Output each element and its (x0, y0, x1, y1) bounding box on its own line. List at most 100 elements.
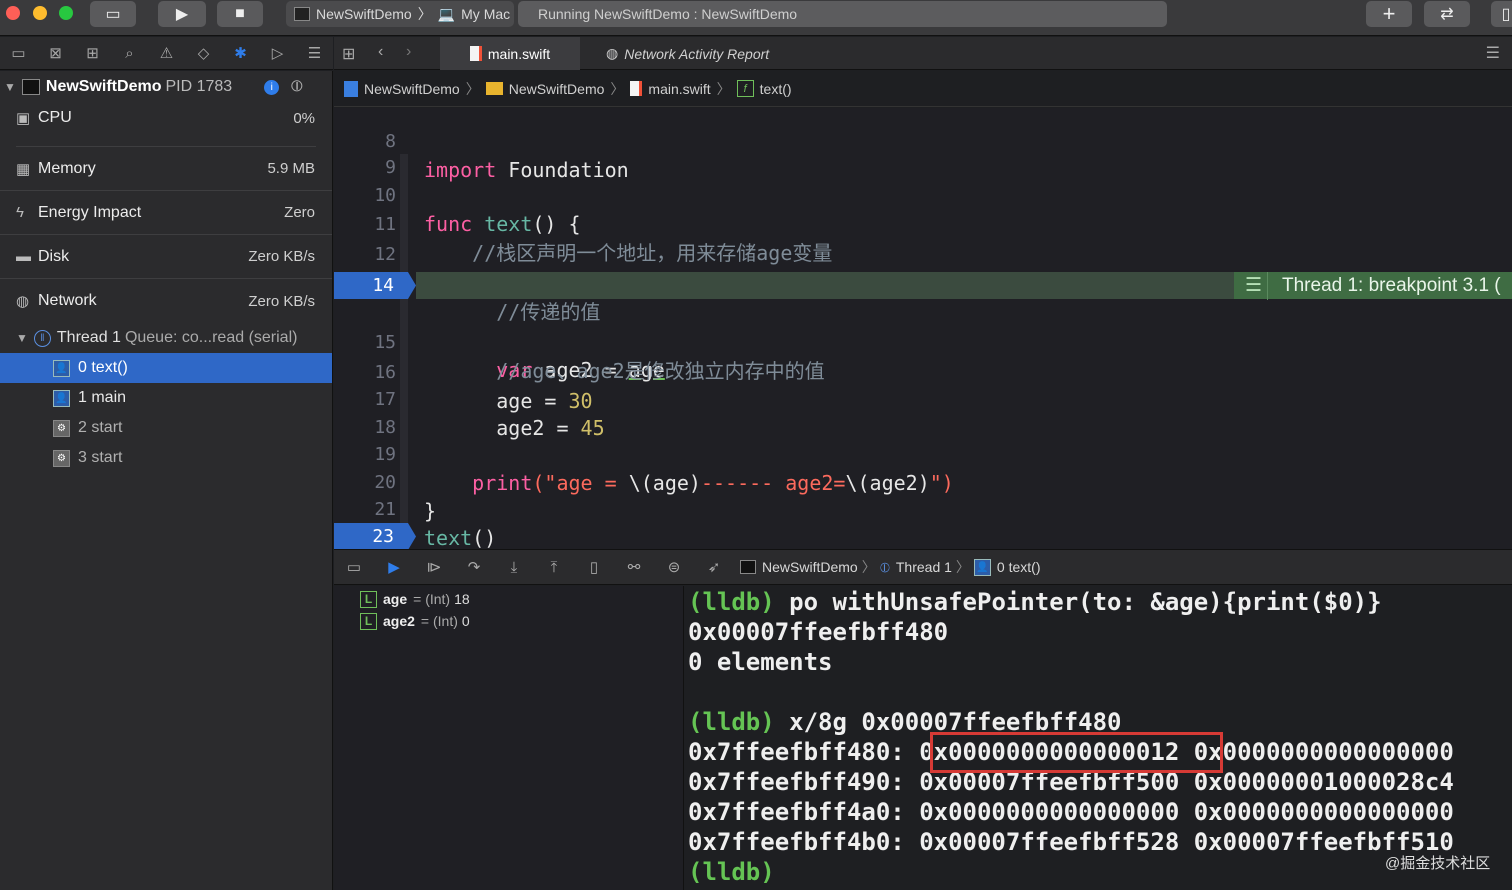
pause-thread-icon[interactable]: ⦶ (291, 78, 303, 96)
console-line: 0x7ffeefbff4b0: 0x00007ffeefbff528 0x000… (688, 827, 1454, 857)
inspector-button[interactable]: ▯ (1491, 1, 1512, 27)
warning-icon[interactable]: ⚠ (148, 44, 185, 62)
location-icon[interactable]: ➶ (694, 558, 734, 576)
source-editor[interactable]: 8 import Foundation 9 10 func text() { 1… (334, 108, 1512, 549)
gauge-value: 0% (293, 109, 315, 127)
scheme-target: NewSwiftDemo (316, 6, 412, 22)
variable-row[interactable]: L age2 = (Int) 0 (334, 610, 683, 632)
search-icon[interactable]: ⌕ (111, 45, 148, 62)
process-name: NewSwiftDemo (45, 78, 162, 95)
window-titlebar: ▭ ▶ ■ NewSwiftDemo 〉 💻 My Mac Running Ne… (0, 0, 1512, 36)
tab-network-report[interactable]: ◍ Network Activity Report (590, 37, 785, 70)
scheme-selector[interactable]: NewSwiftDemo 〉 💻 My Mac (286, 1, 514, 27)
close-window-button[interactable] (6, 6, 20, 20)
step-over-icon[interactable]: ↷ (454, 558, 494, 576)
tab-main-swift[interactable]: main.swift (440, 37, 580, 70)
code-line: 10 func text() { (334, 154, 1512, 236)
gauge-energy[interactable]: ϟ Energy Impact Zero (0, 191, 332, 235)
app-icon (740, 560, 756, 574)
breakpoint-icon[interactable]: ▷ (259, 44, 296, 62)
code-review-button[interactable]: ⇄ (1424, 1, 1470, 27)
bolt-icon: ϟ (16, 204, 24, 221)
gauge-disk[interactable]: ▬ Disk Zero KB/s (0, 235, 332, 279)
breadcrumb-group[interactable]: NewSwiftDemo (509, 81, 605, 97)
variable-row[interactable]: L age = (Int) 18 (334, 588, 683, 610)
debug-path-thread[interactable]: Thread 1 (896, 559, 952, 575)
breadcrumb-symbol[interactable]: text() (760, 81, 792, 97)
disclosure-triangle-icon[interactable]: ▼ (4, 80, 16, 94)
library-button[interactable]: + (1366, 1, 1412, 27)
function-icon: f (736, 80, 754, 97)
gauge-network[interactable]: ◍ Network Zero KB/s (0, 279, 332, 323)
breakpoint-marker[interactable]: 14 (334, 272, 416, 299)
tab-label: Network Activity Report (624, 45, 770, 62)
source-control-icon[interactable]: ⊠ (37, 44, 74, 62)
code-line: 15 //age、age2是修改独立内存中的值 (334, 301, 1512, 383)
memory-graph-icon[interactable]: ⚯ (614, 558, 654, 576)
debug-path-process[interactable]: NewSwiftDemo (762, 559, 858, 575)
step-into-icon[interactable]: ⤓ (494, 559, 534, 576)
hide-debug-area-icon[interactable]: ▭ (334, 558, 374, 576)
chevron-right-icon: 〉 (610, 80, 625, 97)
continue-icon[interactable]: ⧐ (414, 558, 454, 576)
environment-overrides-icon[interactable]: ⊜ (654, 558, 694, 576)
code-line: 12 var age = 18 (334, 213, 1512, 295)
code-line: 13 //传递的值 (334, 242, 1512, 324)
stack-frame-row[interactable]: 👤 0 text() (0, 353, 332, 383)
gauge-value: 5.9 MB (267, 160, 315, 177)
breakpoint-annotation[interactable]: ☰ Thread 1: breakpoint 3.1 ( (1234, 271, 1512, 300)
local-variable-icon: L (360, 612, 377, 630)
scheme-device: My Mac (461, 6, 511, 22)
back-arrow-icon[interactable]: ‹ (378, 43, 383, 61)
folder-icon[interactable]: ▭ (0, 44, 37, 62)
stop-button[interactable]: ■ (217, 1, 263, 27)
process-row[interactable]: ▼ NewSwiftDemo PID 1783 i ⦶ (0, 71, 332, 103)
symbol-icon[interactable]: ⊞ (74, 44, 111, 62)
info-icon[interactable]: i (264, 79, 280, 95)
run-button[interactable]: ▶ (158, 1, 206, 27)
console-line: (lldb) (688, 857, 775, 887)
editor-options-icon[interactable]: ☰ (1486, 43, 1500, 63)
view-hierarchy-icon[interactable]: ▯ (574, 558, 614, 576)
breakpoint-marker[interactable]: 23 (334, 523, 416, 549)
breakpoints-toggle-icon[interactable]: ▶ (374, 558, 414, 576)
stack-frame-row[interactable]: ⚙ 3 start (0, 443, 332, 473)
mac-icon: 💻 (437, 5, 456, 22)
step-out-icon[interactable]: ⤒ (534, 559, 574, 576)
user-code-icon: 👤 (53, 389, 70, 407)
stack-frame-row[interactable]: ⚙ 2 start (0, 413, 332, 443)
chevron-right-icon: 〉 (955, 559, 970, 575)
folder-icon (485, 82, 503, 95)
code-line: 19 print("age = \(age)------ age2=\(age2… (334, 413, 1512, 495)
thread-row[interactable]: ▼ ‖ Thread 1 Queue: co...read (serial) (0, 323, 332, 353)
debug-path-frame[interactable]: 0 text() (997, 559, 1041, 575)
grid-icon[interactable]: ⊞ (342, 44, 355, 64)
globe-icon: ◍ (16, 293, 30, 310)
disclosure-triangle-icon[interactable]: ▼ (16, 331, 28, 345)
variable-name: age2 (383, 613, 415, 629)
toggle-navigator-button[interactable]: ▭ (90, 1, 136, 27)
zoom-window-button[interactable] (59, 6, 73, 20)
gauge-memory[interactable]: ▦ Memory 5.9 MB (0, 147, 332, 191)
forward-arrow-icon[interactable]: › (406, 43, 411, 61)
gauge-label: CPU (38, 109, 72, 126)
user-code-icon: 👤 (973, 558, 991, 576)
project-icon (344, 80, 358, 97)
console-text: 0x7ffeefbff4a0: 0x0000000000000000 0x000… (688, 798, 1454, 826)
gauge-cpu[interactable]: ▣ CPU 0% (0, 103, 332, 133)
variable-value: 0 (461, 613, 470, 629)
breadcrumb-file[interactable]: main.swift (648, 81, 710, 97)
test-icon[interactable]: ◇ (185, 44, 222, 62)
activity-status: Running NewSwiftDemo : NewSwiftDemo (518, 1, 1167, 27)
navigator-selector-bar: ▭ ⊠ ⊞ ⌕ ⚠ ◇ ✱ ▷ ☰ (0, 37, 333, 70)
report-icon[interactable]: ☰ (296, 44, 333, 62)
editor-tab-bar: ⊞ ‹ › main.swift ◍ Network Activity Repo… (334, 37, 1512, 70)
debug-navigator: ▼ NewSwiftDemo PID 1783 i ⦶ ▣ CPU 0% ▦ M… (0, 71, 333, 890)
debug-navigator-icon[interactable]: ✱ (222, 44, 259, 62)
code-line: 20 } (334, 441, 1512, 523)
minimize-window-button[interactable] (33, 6, 47, 20)
code-line: 11 //栈区声明一个地址，用来存储age变量 (334, 183, 1512, 265)
breadcrumb-project[interactable]: NewSwiftDemo (364, 81, 460, 97)
stack-frame-row[interactable]: 👤 1 main (0, 383, 332, 413)
local-variable-icon: L (360, 590, 377, 608)
